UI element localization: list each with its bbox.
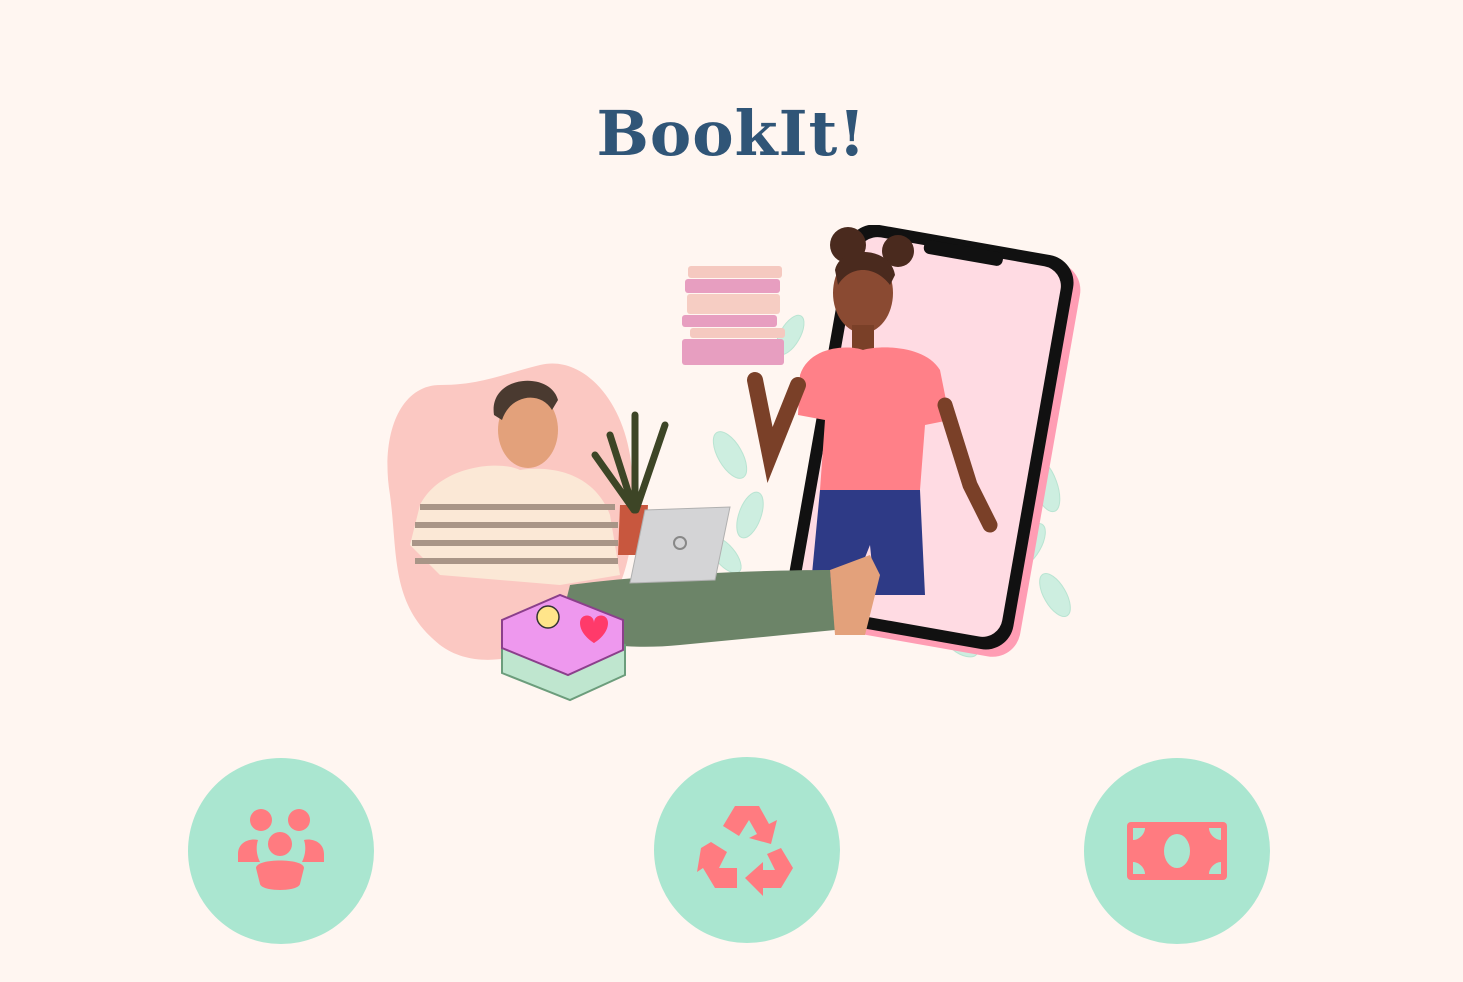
money-icon-center <box>1164 834 1190 868</box>
recycle-icon-shape <box>697 806 793 896</box>
app-title: BookIt! <box>596 97 867 170</box>
money-icon <box>1127 822 1227 880</box>
community-icon-shape <box>238 809 324 890</box>
hero-illustration <box>387 225 1081 702</box>
held-books <box>682 266 785 365</box>
feature-money[interactable] <box>1084 758 1270 944</box>
feature-community[interactable] <box>188 758 374 944</box>
recycle-icon <box>697 806 793 896</box>
laptop <box>629 506 731 584</box>
feature-recycle[interactable] <box>654 757 840 943</box>
community-icon <box>238 809 324 890</box>
